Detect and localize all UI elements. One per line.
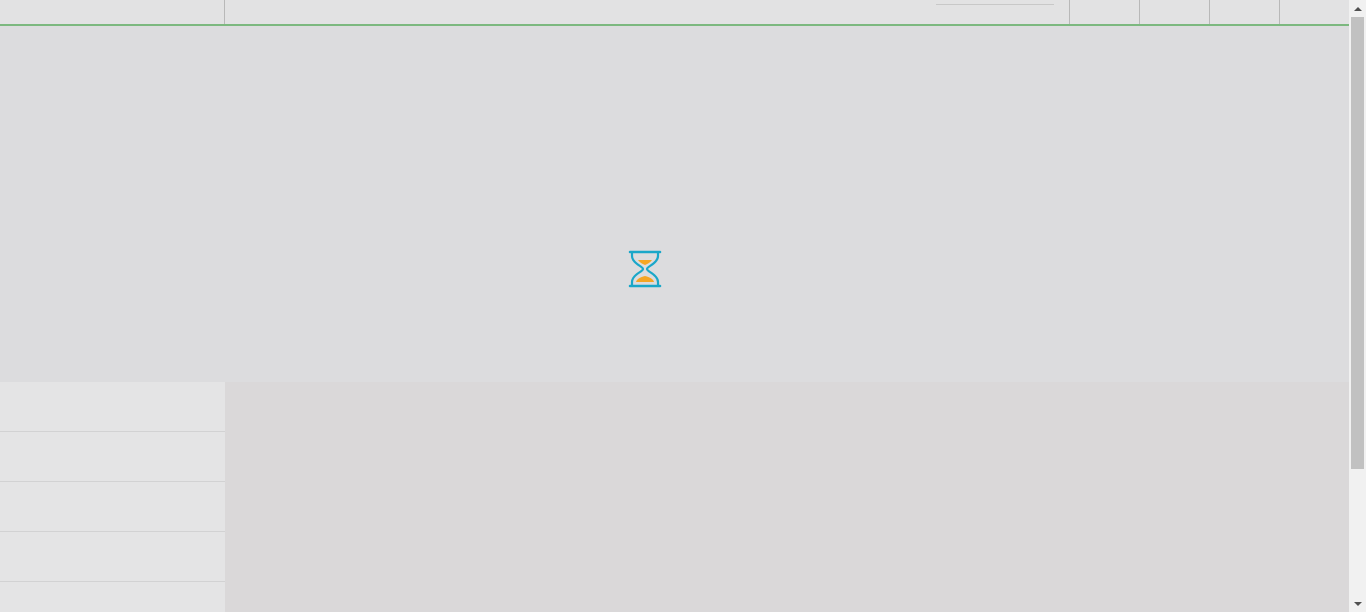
sidebar-item-5[interactable] bbox=[0, 582, 225, 612]
logo-area[interactable] bbox=[0, 0, 225, 24]
nav-button-1[interactable] bbox=[1069, 0, 1139, 24]
hourglass-icon bbox=[628, 250, 662, 288]
main-content bbox=[225, 382, 1349, 612]
sidebar bbox=[0, 382, 225, 612]
sidebar-item-3[interactable] bbox=[0, 482, 225, 532]
sidebar-item-2[interactable] bbox=[0, 432, 225, 482]
scroll-down-arrow-icon[interactable] bbox=[1349, 595, 1366, 612]
nav-button-4[interactable] bbox=[1279, 0, 1349, 24]
search-input[interactable] bbox=[936, 4, 1054, 5]
vertical-scrollbar[interactable] bbox=[1349, 0, 1366, 612]
loading-overlay bbox=[0, 26, 1349, 382]
scroll-up-arrow-icon[interactable] bbox=[1349, 0, 1366, 17]
nav-button-3[interactable] bbox=[1209, 0, 1279, 24]
app-window bbox=[0, 0, 1366, 612]
top-navbar bbox=[0, 0, 1349, 26]
nav-button-2[interactable] bbox=[1139, 0, 1209, 24]
sidebar-item-1[interactable] bbox=[0, 382, 225, 432]
sidebar-item-4[interactable] bbox=[0, 532, 225, 582]
scroll-thumb[interactable] bbox=[1351, 17, 1364, 469]
